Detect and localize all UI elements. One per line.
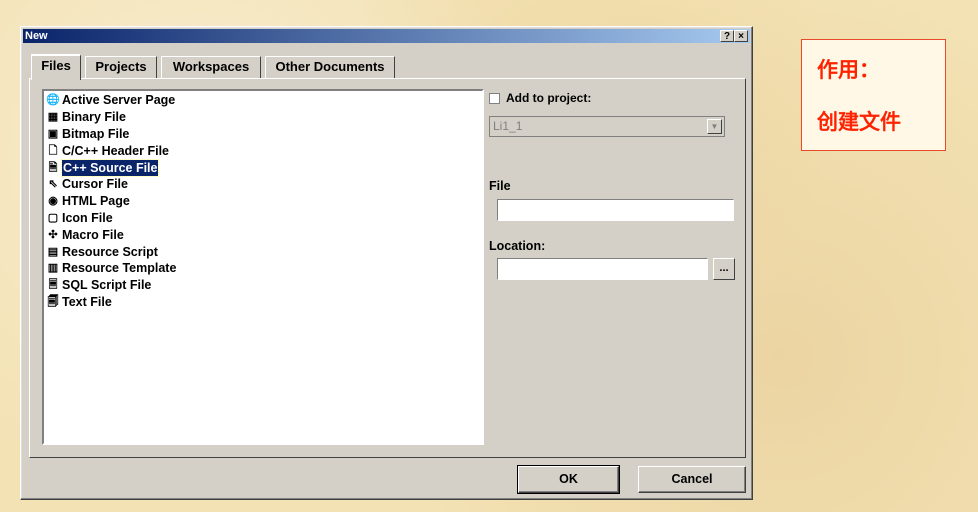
list-item-label: Resource Script bbox=[62, 244, 158, 259]
tab-files[interactable]: Files bbox=[31, 54, 81, 80]
list-item-label: C/C++ Header File bbox=[62, 143, 169, 158]
file-name-input[interactable] bbox=[497, 199, 734, 221]
list-item-label: Macro File bbox=[62, 227, 124, 242]
header-file-icon: 🗋 bbox=[48, 144, 58, 157]
location-input[interactable] bbox=[497, 258, 708, 280]
list-item[interactable]: ◉ HTML Page bbox=[44, 193, 482, 210]
tab-workspaces[interactable]: Workspaces bbox=[161, 56, 261, 78]
binary-icon: ▦ bbox=[47, 111, 59, 124]
add-to-project-checkbox[interactable] bbox=[489, 92, 500, 104]
list-item[interactable]: 🗐 Text File bbox=[44, 294, 482, 311]
macro-icon: ✣ bbox=[48, 228, 58, 241]
list-item-label: Binary File bbox=[62, 110, 126, 125]
add-to-project-label: Add to project: bbox=[506, 91, 592, 105]
list-item-label: Active Server Page bbox=[62, 93, 176, 108]
file-type-list[interactable]: 🌐 Active Server Page ▦ Binary File ▣ Bitmap F… bbox=[42, 89, 484, 445]
list-item-label: Icon File bbox=[62, 210, 113, 225]
cursor-icon: ⇖ bbox=[48, 178, 58, 191]
browse-button[interactable]: ... bbox=[713, 258, 735, 280]
file-label: File bbox=[489, 179, 511, 193]
resource-script-icon: ▤ bbox=[47, 245, 59, 258]
title-bar: New ? × bbox=[23, 29, 750, 43]
project-combo[interactable]: Li1_1 ▼ bbox=[489, 116, 725, 137]
list-item[interactable]: 🗋 C/C++ Header File bbox=[44, 142, 482, 159]
list-item[interactable]: ✣ Macro File bbox=[44, 226, 482, 243]
icon-file-icon: ▢ bbox=[47, 211, 59, 224]
bitmap-icon: ▣ bbox=[47, 127, 59, 140]
source-file-icon: 🗎 bbox=[48, 161, 58, 174]
dialog-title: New bbox=[25, 30, 48, 42]
list-item[interactable]: ▣ Bitmap File bbox=[44, 126, 482, 143]
cancel-button[interactable]: Cancel bbox=[638, 466, 746, 493]
text-file-icon: 🗐 bbox=[47, 295, 59, 308]
note-line-1: 作用： bbox=[817, 58, 880, 82]
list-item-label: C++ Source File bbox=[60, 158, 160, 177]
list-item-label: Resource Template bbox=[62, 261, 177, 276]
list-item-label: Text File bbox=[62, 294, 112, 309]
help-button[interactable]: ? bbox=[720, 30, 734, 42]
add-to-project-option[interactable]: Add to project: bbox=[489, 91, 591, 105]
annotation-note: 作用： 创建文件 bbox=[801, 39, 946, 151]
list-item[interactable]: 🗎 C++ Source File bbox=[44, 158, 482, 177]
tab-other-documents[interactable]: Other Documents bbox=[265, 56, 395, 78]
note-line-2: 创建文件 bbox=[817, 110, 901, 134]
new-dialog: New ? × Files Projects Workspaces Other … bbox=[20, 26, 753, 500]
list-item[interactable]: ▤ Resource Script bbox=[44, 243, 482, 260]
list-item[interactable]: 🌐 Active Server Page bbox=[44, 92, 482, 109]
resource-template-icon: ▥ bbox=[47, 262, 59, 275]
list-item-label: HTML Page bbox=[62, 194, 130, 209]
project-combo-value: Li1_1 bbox=[493, 119, 523, 133]
location-label: Location: bbox=[489, 239, 546, 253]
sql-icon: 🗏 bbox=[48, 279, 58, 292]
close-button[interactable]: × bbox=[734, 30, 748, 42]
list-item-label: Bitmap File bbox=[62, 126, 130, 141]
list-item[interactable]: ▦ Binary File bbox=[44, 109, 482, 126]
list-item[interactable]: ⇖ Cursor File bbox=[44, 176, 482, 193]
html-icon: ◉ bbox=[48, 195, 58, 208]
list-item-label: SQL Script File bbox=[62, 278, 152, 293]
chevron-down-icon[interactable]: ▼ bbox=[707, 119, 722, 134]
list-item[interactable]: ▢ Icon File bbox=[44, 210, 482, 227]
list-item[interactable]: 🗏 SQL Script File bbox=[44, 277, 482, 294]
asp-icon: 🌐 bbox=[46, 94, 60, 107]
list-item[interactable]: ▥ Resource Template bbox=[44, 260, 482, 277]
ok-button[interactable]: OK bbox=[517, 465, 620, 494]
list-item-label: Cursor File bbox=[62, 177, 128, 192]
tab-projects[interactable]: Projects bbox=[85, 56, 157, 78]
